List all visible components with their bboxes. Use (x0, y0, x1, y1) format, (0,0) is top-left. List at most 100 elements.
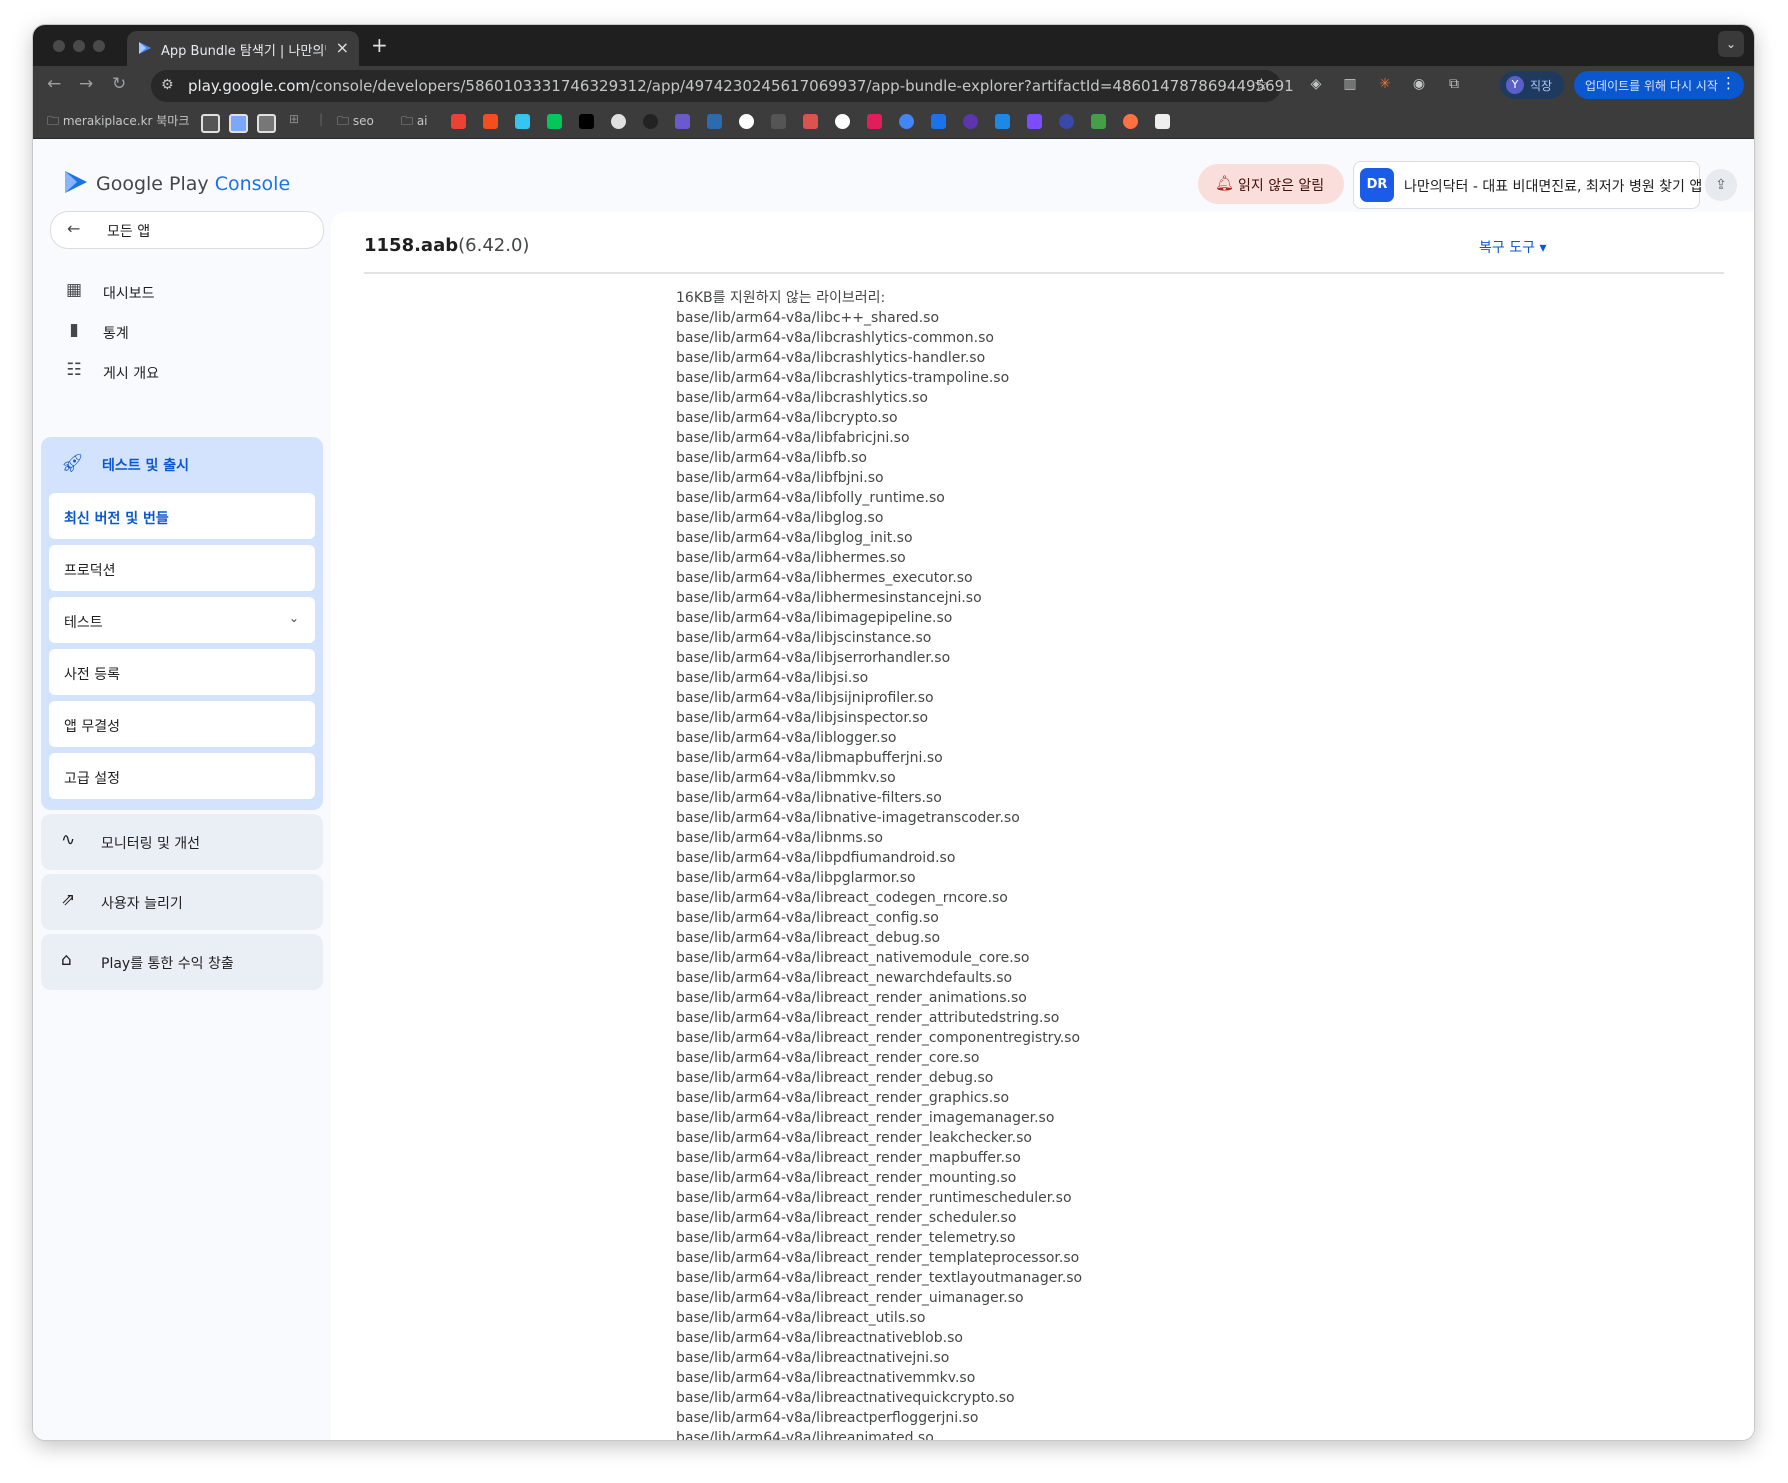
app-icon: DR (1360, 168, 1394, 202)
new-tab-icon[interactable]: + (371, 33, 388, 57)
sidebar-item-production[interactable]: 프로덕션 (49, 545, 315, 591)
google-icon[interactable] (835, 114, 850, 129)
library-item: base/lib/arm64-v8a/libreact_nativemodule… (676, 950, 1030, 966)
back-icon[interactable]: ← (47, 74, 61, 94)
tag-icon: ⌂ (61, 950, 72, 970)
sidebar-item-dashboard[interactable]: ▦ 대시보드 (63, 274, 323, 314)
bookmark-app-icon[interactable] (803, 114, 818, 129)
extension-chart-icon[interactable]: ▥ (1341, 75, 1359, 93)
bookmark-app-icon[interactable] (257, 114, 276, 133)
update-restart-button[interactable]: 업데이트를 위해 다시 시작 ⋮ (1574, 71, 1744, 99)
bookmark-app-icon[interactable] (579, 114, 594, 129)
figma-icon[interactable] (483, 114, 498, 129)
app-selector[interactable]: DR 나만의닥터 - 대표 비대면진료, 최저가 병원 찾기 앱 (1353, 161, 1702, 209)
forward-icon[interactable]: → (79, 74, 93, 94)
extensions-puzzle-icon[interactable]: ⧉ (1445, 75, 1463, 93)
profile-button[interactable]: Y 직장 (1500, 71, 1564, 99)
sidebar-item-publishing-overview[interactable]: ☷ 게시 개요 (63, 354, 323, 394)
divider (364, 272, 1724, 274)
sidebar-item-testing[interactable]: 테스트 ⌄ (49, 597, 315, 643)
naver-icon[interactable] (547, 114, 562, 129)
play-console-page: Google Play Console 🔔︎ 읽지 않은 알림 DR 나만의닥터… (33, 139, 1754, 1440)
play-console-logo-icon[interactable] (63, 169, 89, 195)
extension-grid-icon[interactable]: ◈ (1307, 75, 1325, 93)
library-item: base/lib/arm64-v8a/libjsinspector.so (676, 710, 929, 726)
slack-icon[interactable] (515, 114, 530, 129)
apple-icon[interactable] (771, 114, 786, 129)
google-icon[interactable] (739, 114, 754, 129)
sidebar-item-monetize[interactable]: ⌂ Play를 통한 수익 창출 (41, 934, 323, 990)
profile-label: 직장 (1530, 79, 1553, 93)
gmail-icon[interactable] (451, 114, 466, 129)
share-icon[interactable]: ⇪ (1705, 169, 1737, 201)
library-item: base/lib/arm64-v8a/libreact_render_mount… (676, 1170, 1017, 1186)
library-item: base/lib/arm64-v8a/libnative-imagetransc… (676, 810, 1020, 826)
bookmark-app-icon[interactable] (707, 114, 722, 129)
sidebar-item-monitoring[interactable]: ∿ 모니터링 및 개선 (41, 814, 323, 870)
url-text[interactable]: play.google.com/console/developers/58601… (188, 77, 1294, 95)
library-item: base/lib/arm64-v8a/libreact_render_templ… (676, 1250, 1080, 1266)
bookmark-app-icon[interactable] (1027, 114, 1042, 129)
recover-tools-dropdown[interactable]: 복구 도구 ▾ (1479, 237, 1546, 257)
library-item: base/lib/arm64-v8a/libjsijniprofiler.so (676, 690, 934, 706)
site-settings-icon[interactable]: ⚙ (161, 77, 174, 93)
chrome-icon[interactable] (899, 114, 914, 129)
unread-alerts-button[interactable]: 🔔︎ 읽지 않은 알림 (1198, 164, 1344, 204)
library-item: base/lib/arm64-v8a/libreact_render_attri… (676, 1010, 1060, 1026)
bookmark-star-icon[interactable]: ☆ (1254, 75, 1269, 95)
bookmark-folder-ai[interactable]: 🗀 ai (401, 112, 428, 133)
play-console-logo[interactable]: Google Play Console (96, 173, 290, 195)
close-tab-icon[interactable]: × (336, 38, 349, 57)
bookmark-app-icon[interactable] (963, 114, 978, 129)
active-tab[interactable]: App Bundle 탐색기 | 나만의닥터 × (127, 31, 359, 66)
bookmark-folder-seo[interactable]: 🗀 seo (337, 112, 374, 133)
library-item: base/lib/arm64-v8a/libreact_config.so (676, 910, 939, 926)
library-item: base/lib/arm64-v8a/libreact_render_telem… (676, 1230, 1016, 1246)
play-console-icon[interactable] (931, 114, 946, 129)
library-item: base/lib/arm64-v8a/libreactperfloggerjni… (676, 1410, 979, 1426)
address-bar[interactable]: ⚙ play.google.com/console/developers/586… (151, 70, 1294, 102)
apps-grid-icon[interactable]: ⊞ (289, 112, 299, 126)
library-item: base/lib/arm64-v8a/libcrypto.so (676, 410, 898, 426)
sidebar-item-latest-releases[interactable]: 최신 버전 및 번들 (49, 493, 315, 539)
bookmark-folder-merakiplace[interactable]: 🗀 merakiplace.kr 북마크 (47, 112, 189, 133)
sidebar-item-grow-users[interactable]: ⇗ 사용자 늘리기 (41, 874, 323, 930)
bookmark-app-icon[interactable] (1091, 114, 1106, 129)
bookmark-app-icon[interactable] (201, 114, 220, 133)
more-menu-icon[interactable]: ⋮ (1721, 74, 1736, 92)
main-content: 1158.aab(6.42.0) 복구 도구 ▾ 16KB를 지원하지 않는 라… (331, 212, 1754, 1440)
sidebar-item-statistics[interactable]: ▮ 통계 (63, 314, 323, 354)
library-item: base/lib/arm64-v8a/libreanimated.so (676, 1430, 934, 1440)
tab-search-chevron-icon[interactable]: ⌄ (1718, 31, 1744, 57)
zoom-window-dot[interactable] (93, 40, 105, 52)
close-window-dot[interactable] (53, 40, 65, 52)
minimize-window-dot[interactable] (73, 40, 85, 52)
sidebar-section-header[interactable]: 테스트 및 출시 (102, 455, 189, 475)
library-item: base/lib/arm64-v8a/libglog_init.so (676, 530, 913, 546)
github-icon[interactable] (611, 114, 626, 129)
sidebar-item-advanced-settings[interactable]: 고급 설정 (49, 753, 315, 799)
library-item: base/lib/arm64-v8a/libcrashlytics-trampo… (676, 370, 1010, 386)
bookmark-app-icon[interactable] (1059, 114, 1074, 129)
sidebar-item-pre-registration[interactable]: 사전 등록 (49, 649, 315, 695)
library-item: base/lib/arm64-v8a/libcrashlytics-common… (676, 330, 994, 346)
extension-password-icon[interactable]: ◉ (1410, 75, 1428, 93)
extension-burst-icon[interactable]: ✳ (1376, 75, 1394, 93)
library-item: base/lib/arm64-v8a/libjserrorhandler.so (676, 650, 951, 666)
bookmark-app-icon[interactable] (643, 114, 658, 129)
firefox-icon[interactable] (1123, 114, 1138, 129)
bookmark-app-icon[interactable] (995, 114, 1010, 129)
arrow-back-icon: ← (67, 219, 81, 238)
library-item: base/lib/arm64-v8a/libreact_codegen_rnco… (676, 890, 1008, 906)
chevron-down-icon[interactable]: ⌄ (289, 611, 299, 625)
library-item: base/lib/arm64-v8a/libreact_newarchdefau… (676, 970, 1013, 986)
rocket-icon: 🚀︎ (61, 453, 84, 474)
all-apps-button[interactable]: ← 모든 앱 (50, 211, 324, 249)
bookmark-app-icon[interactable] (675, 114, 690, 129)
profile-avatar: Y (1506, 76, 1524, 94)
bookmark-app-icon[interactable] (229, 114, 248, 133)
slack-icon[interactable] (867, 114, 882, 129)
reload-icon[interactable]: ↻ (112, 74, 126, 94)
bookmark-app-icon[interactable] (1155, 114, 1170, 129)
sidebar-item-app-integrity[interactable]: 앱 무결성 (49, 701, 315, 747)
